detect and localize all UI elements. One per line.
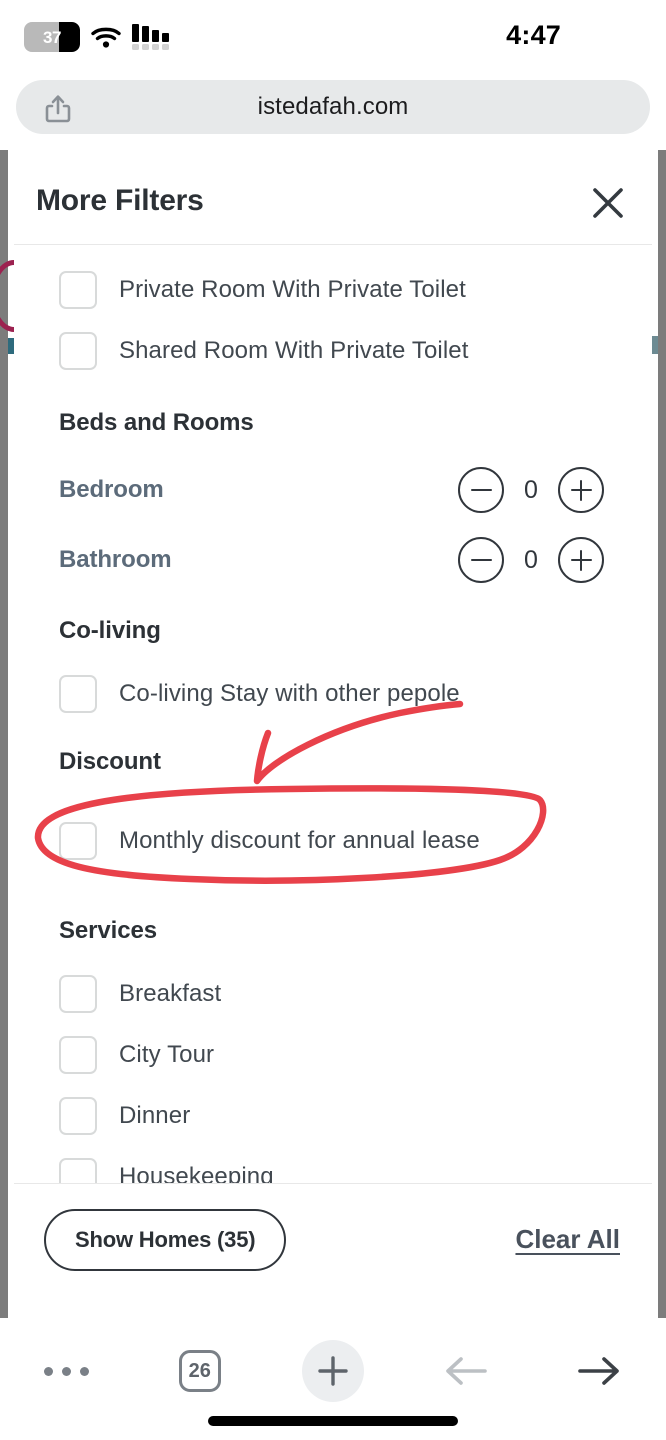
- status-bar-clock: 4:47: [506, 20, 561, 50]
- list-item[interactable]: Housekeeping: [14, 1146, 652, 1183]
- phone-screen: 37 4:47 istedafah.com More Filters Priva…: [0, 0, 666, 1440]
- plus-icon-vertical: [579, 549, 583, 571]
- close-x-icon: [593, 188, 623, 218]
- browser-url-bar[interactable]: istedafah.com: [16, 80, 650, 134]
- battery-fill: [59, 22, 80, 52]
- bathroom-increment-button[interactable]: [558, 537, 604, 583]
- list-item-label: Co-living Stay with other pepole: [119, 679, 460, 707]
- more-dots-icon: [44, 1366, 90, 1376]
- forward-button[interactable]: [533, 1340, 666, 1402]
- quantity-stepper-bedroom: 0: [458, 467, 604, 513]
- home-indicator: [208, 1416, 458, 1426]
- battery-percent-label: 37: [43, 27, 61, 47]
- close-button[interactable]: [586, 181, 630, 225]
- section-heading-co-living: Co-living: [59, 617, 161, 644]
- list-item-label: Housekeeping: [119, 1162, 274, 1184]
- bedroom-value: 0: [524, 475, 538, 504]
- plus-icon: [318, 1356, 348, 1386]
- bathroom-value: 0: [524, 545, 538, 574]
- list-item[interactable]: City Tour: [14, 1024, 652, 1085]
- list-item[interactable]: Dinner: [14, 1085, 652, 1146]
- tab-count-badge: 26: [178, 1350, 221, 1392]
- list-item-label: City Tour: [119, 1040, 215, 1068]
- section-heading-beds-and-rooms: Beds and Rooms: [59, 409, 254, 436]
- checkbox-housekeeping[interactable]: [59, 1157, 97, 1183]
- arrow-left-icon: [446, 1357, 488, 1385]
- section-heading-services: Services: [59, 917, 157, 944]
- modal-body[interactable]: Private Room With Private Toilet Shared …: [14, 245, 652, 1183]
- cellular-signal-icon: [132, 24, 170, 50]
- url-text[interactable]: istedafah.com: [16, 93, 650, 121]
- more-filters-modal: More Filters Private Room With Private T…: [14, 160, 652, 1295]
- plus-icon-vertical: [579, 479, 583, 501]
- status-bar-left: 37: [24, 22, 170, 52]
- stepper-row-bathroom: Bathroom 0: [14, 525, 652, 595]
- checkbox-dinner[interactable]: [59, 1096, 97, 1135]
- checkbox-monthly-discount-annual-lease[interactable]: [59, 821, 97, 860]
- checkbox-breakfast[interactable]: [59, 974, 97, 1013]
- share-icon[interactable]: [42, 93, 74, 125]
- checkbox-private-room-private-toilet[interactable]: [59, 270, 97, 309]
- list-item-label: Shared Room With Private Toilet: [119, 336, 469, 364]
- list-item[interactable]: Private Room With Private Toilet: [14, 259, 652, 320]
- new-tab-button[interactable]: [266, 1340, 399, 1402]
- list-item-label: Monthly discount for annual lease: [119, 826, 480, 854]
- stepper-row-bedroom: Bedroom 0: [14, 455, 652, 525]
- bedroom-increment-button[interactable]: [558, 467, 604, 513]
- checkbox-city-tour[interactable]: [59, 1035, 97, 1074]
- list-item[interactable]: Co-living Stay with other pepole: [14, 663, 652, 724]
- list-item-label: Breakfast: [119, 979, 222, 1007]
- modal-footer: Show Homes (35) Clear All: [14, 1183, 652, 1295]
- checkbox-co-living-stay[interactable]: [59, 674, 97, 713]
- list-item-label: Dinner: [119, 1101, 191, 1129]
- stepper-label-bathroom: Bathroom: [59, 546, 172, 573]
- list-item[interactable]: Shared Room With Private Toilet: [14, 320, 652, 381]
- more-button[interactable]: [0, 1340, 133, 1402]
- status-bar: 37 4:47: [0, 0, 666, 76]
- show-homes-button[interactable]: Show Homes (35): [44, 1208, 287, 1271]
- section-heading-discount: Discount: [59, 748, 161, 775]
- bedroom-decrement-button[interactable]: [458, 467, 504, 513]
- list-item-label: Private Room With Private Toilet: [119, 275, 466, 303]
- modal-header: More Filters: [14, 160, 652, 245]
- arrow-right-icon: [578, 1357, 620, 1385]
- battery-icon: 37: [24, 22, 80, 52]
- list-item[interactable]: Monthly discount for annual lease: [14, 810, 652, 871]
- tabs-button[interactable]: 26: [133, 1340, 266, 1402]
- list-item[interactable]: Breakfast: [14, 963, 652, 1024]
- quantity-stepper-bathroom: 0: [458, 537, 604, 583]
- bathroom-decrement-button[interactable]: [458, 537, 504, 583]
- back-button[interactable]: [400, 1340, 533, 1402]
- minus-icon: [470, 558, 492, 562]
- checkbox-shared-room-private-toilet[interactable]: [59, 331, 97, 370]
- page-title: More Filters: [36, 184, 204, 217]
- stepper-label-bedroom: Bedroom: [59, 476, 164, 503]
- clear-all-link[interactable]: Clear All: [515, 1224, 620, 1255]
- new-tab-circle: [302, 1340, 364, 1402]
- minus-icon: [470, 488, 492, 492]
- wifi-icon: [91, 27, 121, 48]
